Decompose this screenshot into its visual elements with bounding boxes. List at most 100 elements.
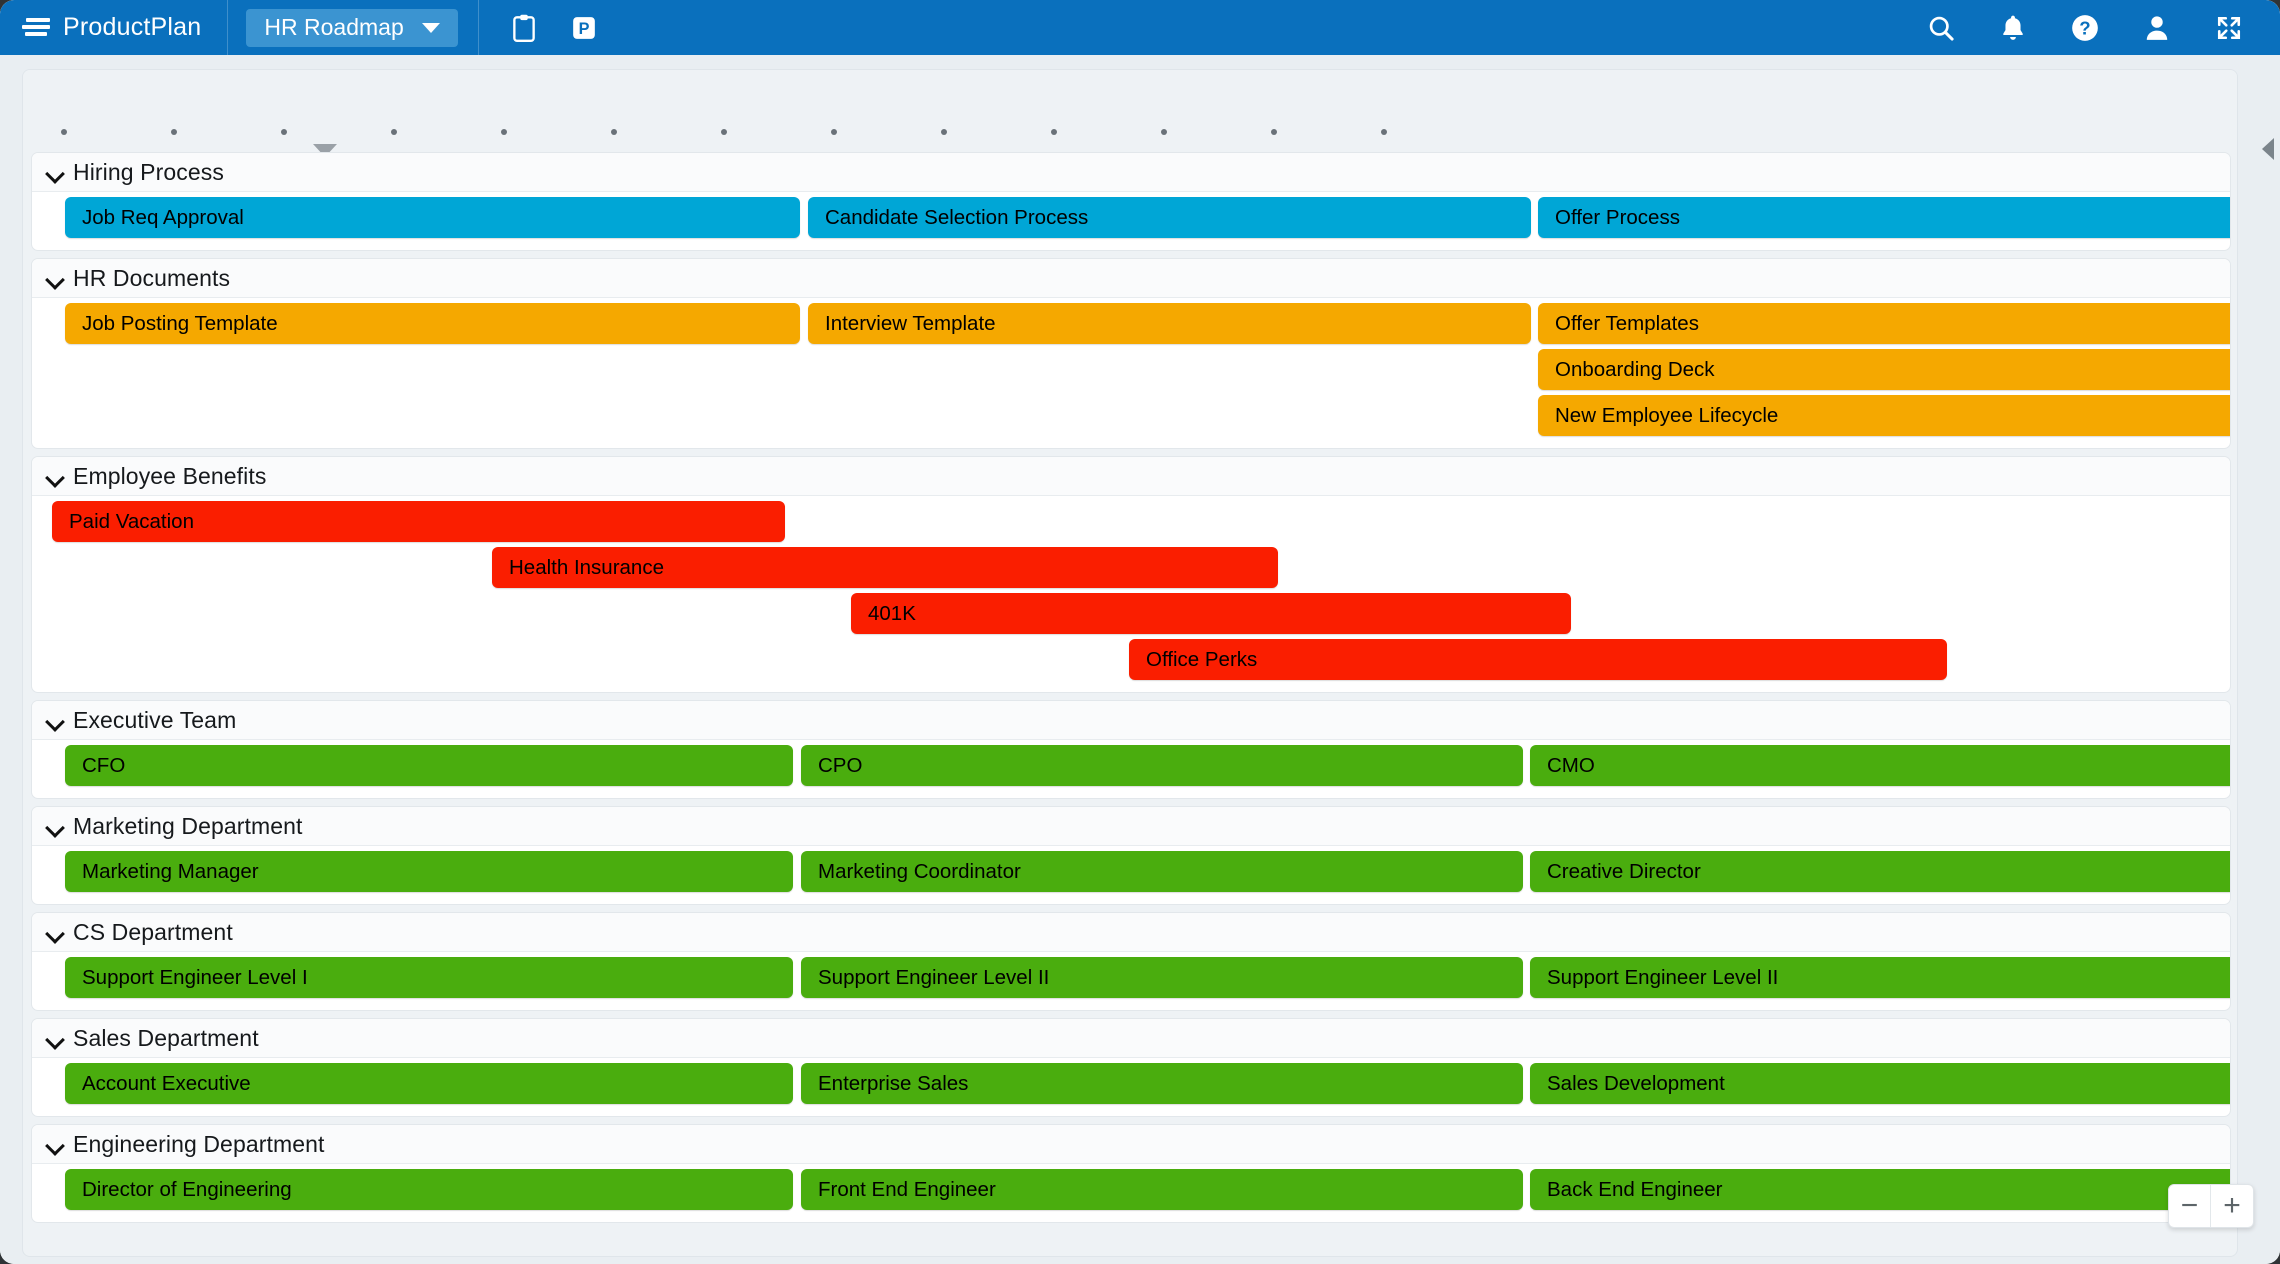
lane: CS DepartmentSupport Engineer Level ISup…	[31, 912, 2231, 1011]
roadmap-bar[interactable]: Support Engineer Level I	[65, 957, 793, 998]
lane-header[interactable]: Executive Team	[32, 701, 2230, 740]
roadmap-bar[interactable]: Interview Template	[808, 303, 1531, 344]
document-title: HR Roadmap	[264, 14, 403, 41]
roadmap-bar[interactable]: CPO	[801, 745, 1523, 786]
roadmap-bar[interactable]: Support Engineer Level II	[801, 957, 1523, 998]
lane-body: Support Engineer Level ISupport Engineer…	[32, 952, 2230, 1010]
roadmap-bar[interactable]: Back End Engineer	[1530, 1169, 2231, 1210]
lane: Sales Department Account ExecutiveEnterpr…	[31, 1018, 2231, 1117]
timeline-tick-dot	[611, 129, 617, 135]
fullscreen-icon[interactable]	[2214, 13, 2244, 43]
chevron-down-icon[interactable]	[46, 163, 64, 181]
roadmap-bar[interactable]: Director of Engineering	[65, 1169, 793, 1210]
roadmap-bar[interactable]: Offer Process	[1538, 197, 2231, 238]
lane-header[interactable]: Employee Benefits	[32, 457, 2230, 496]
brand-name: ProductPlan	[63, 13, 201, 42]
timeline-tick-dot	[721, 129, 727, 135]
help-circle-icon[interactable]: ?	[2070, 13, 2100, 43]
timeline-tick-dot	[831, 129, 837, 135]
timeline-tick-dot	[1161, 129, 1167, 135]
roadmap-bar[interactable]: Job Req Approval	[65, 197, 800, 238]
lane-body: Job Posting TemplateInterview TemplateOf…	[32, 298, 2230, 448]
roadmap-canvas: Hiring Process Job Req ApprovalCandidate …	[0, 55, 2280, 1264]
chevron-down-icon[interactable]	[46, 467, 64, 485]
productplan-logo-icon	[22, 17, 50, 39]
roadmap-bar[interactable]: Offer Templates	[1538, 303, 2231, 344]
lane-header[interactable]: HR Documents	[32, 259, 2230, 298]
timeline-ruler[interactable]	[23, 70, 2238, 152]
search-icon[interactable]	[1926, 13, 1956, 43]
svg-text:?: ?	[2079, 17, 2090, 38]
lane-body: Paid Vacation Health Insurance 401K Office …	[32, 496, 2230, 692]
top-navigation-bar: ProductPlan HR Roadmap P	[0, 0, 2280, 55]
timeline-tick-dot	[171, 129, 177, 135]
timeline-tick-dot	[61, 129, 67, 135]
roadmap-bar[interactable]: Enterprise Sales	[801, 1063, 1523, 1104]
chevron-down-icon[interactable]	[46, 923, 64, 941]
parking-p-icon[interactable]: P	[569, 13, 599, 43]
lane: HR Documents Job Posting TemplateIntervie…	[31, 258, 2231, 449]
roadmap-bar[interactable]: Marketing Manager	[65, 851, 793, 892]
toolbar-right-icons: ?	[1926, 13, 2280, 43]
lane-header[interactable]: Sales Department	[32, 1019, 2230, 1058]
chevron-down-icon[interactable]	[46, 1135, 64, 1153]
zoom-out-icon[interactable]: −	[2169, 1185, 2211, 1227]
roadmap-bar[interactable]: CMO	[1530, 745, 2231, 786]
roadmap-bar[interactable]: CFO	[65, 745, 793, 786]
timeline-tick-dot	[1381, 129, 1387, 135]
lane: Employee Benefits Paid Vacation Health Ins…	[31, 456, 2231, 693]
lane-body: Account ExecutiveEnterprise SalesSales D…	[32, 1058, 2230, 1116]
lane: Executive TeamCFOCPOCMO	[31, 700, 2231, 799]
roadmap-bar[interactable]: Sales Development	[1530, 1063, 2231, 1104]
roadmap-bar[interactable]: Marketing Coordinator	[801, 851, 1523, 892]
lane-title: Hiring Process	[73, 159, 224, 186]
zoom-in-icon[interactable]: +	[2211, 1185, 2253, 1227]
roadmap-bar[interactable]: Support Engineer Level II	[1530, 957, 2231, 998]
chevron-down-icon[interactable]	[46, 1029, 64, 1047]
roadmap-bar[interactable]: Office Perks	[1129, 639, 1947, 680]
roadmap-bar[interactable]: Onboarding Deck	[1538, 349, 2231, 390]
lane-title: HR Documents	[73, 265, 230, 292]
roadmap-bar[interactable]: Front End Engineer	[801, 1169, 1523, 1210]
document-selector[interactable]: HR Roadmap	[246, 9, 457, 47]
roadmap-bar[interactable]: Account Executive	[65, 1063, 793, 1104]
chevron-down-icon[interactable]	[46, 817, 64, 835]
timeline-tick-dot	[1271, 129, 1277, 135]
roadmap-board: Hiring Process Job Req ApprovalCandidate …	[22, 69, 2238, 1257]
zoom-controls: − +	[2168, 1184, 2254, 1228]
roadmap-bar[interactable]: Creative Director	[1530, 851, 2231, 892]
timeline-tick-dot	[281, 129, 287, 135]
roadmap-bar[interactable]: New Employee Lifecycle	[1538, 395, 2231, 436]
lane-body: CFOCPOCMO	[32, 740, 2230, 798]
lane: Marketing Department Marketing ManagerMar…	[31, 806, 2231, 905]
lane-header[interactable]: Marketing Department	[32, 807, 2230, 846]
chevron-down-icon[interactable]	[46, 711, 64, 729]
brand-home-link[interactable]: ProductPlan	[0, 0, 228, 55]
timeline-tick-dot	[941, 129, 947, 135]
roadmap-bar[interactable]: Paid Vacation	[52, 501, 785, 542]
clipboard-icon[interactable]	[509, 13, 539, 43]
chevron-down-icon[interactable]	[46, 269, 64, 287]
lane: Hiring Process Job Req ApprovalCandidate …	[31, 152, 2231, 251]
lane-body: Director of EngineeringFront End Enginee…	[32, 1164, 2230, 1222]
bell-icon[interactable]	[1998, 13, 2028, 43]
timeline-tick-dot	[501, 129, 507, 135]
collapse-panel-left-icon[interactable]	[2262, 138, 2274, 160]
chevron-down-icon	[422, 23, 440, 33]
timeline-tick-dot	[1051, 129, 1057, 135]
lane-title: Sales Department	[73, 1025, 259, 1052]
user-icon[interactable]	[2142, 13, 2172, 43]
lane-title: Employee Benefits	[73, 463, 266, 490]
lane-header[interactable]: CS Department	[32, 913, 2230, 952]
roadmap-bar[interactable]: Candidate Selection Process	[808, 197, 1531, 238]
roadmap-bar[interactable]: 401K	[851, 593, 1571, 634]
productplan-app: ProductPlan HR Roadmap P	[0, 0, 2280, 1264]
roadmap-bar[interactable]: Job Posting Template	[65, 303, 800, 344]
lane-header[interactable]: Engineering Department	[32, 1125, 2230, 1164]
lane-title: CS Department	[73, 919, 233, 946]
lane-title: Marketing Department	[73, 813, 303, 840]
lane-title: Engineering Department	[73, 1131, 325, 1158]
lane-list: Hiring Process Job Req ApprovalCandidate …	[23, 152, 2238, 1230]
lane-header[interactable]: Hiring Process	[32, 153, 2230, 192]
roadmap-bar[interactable]: Health Insurance	[492, 547, 1278, 588]
